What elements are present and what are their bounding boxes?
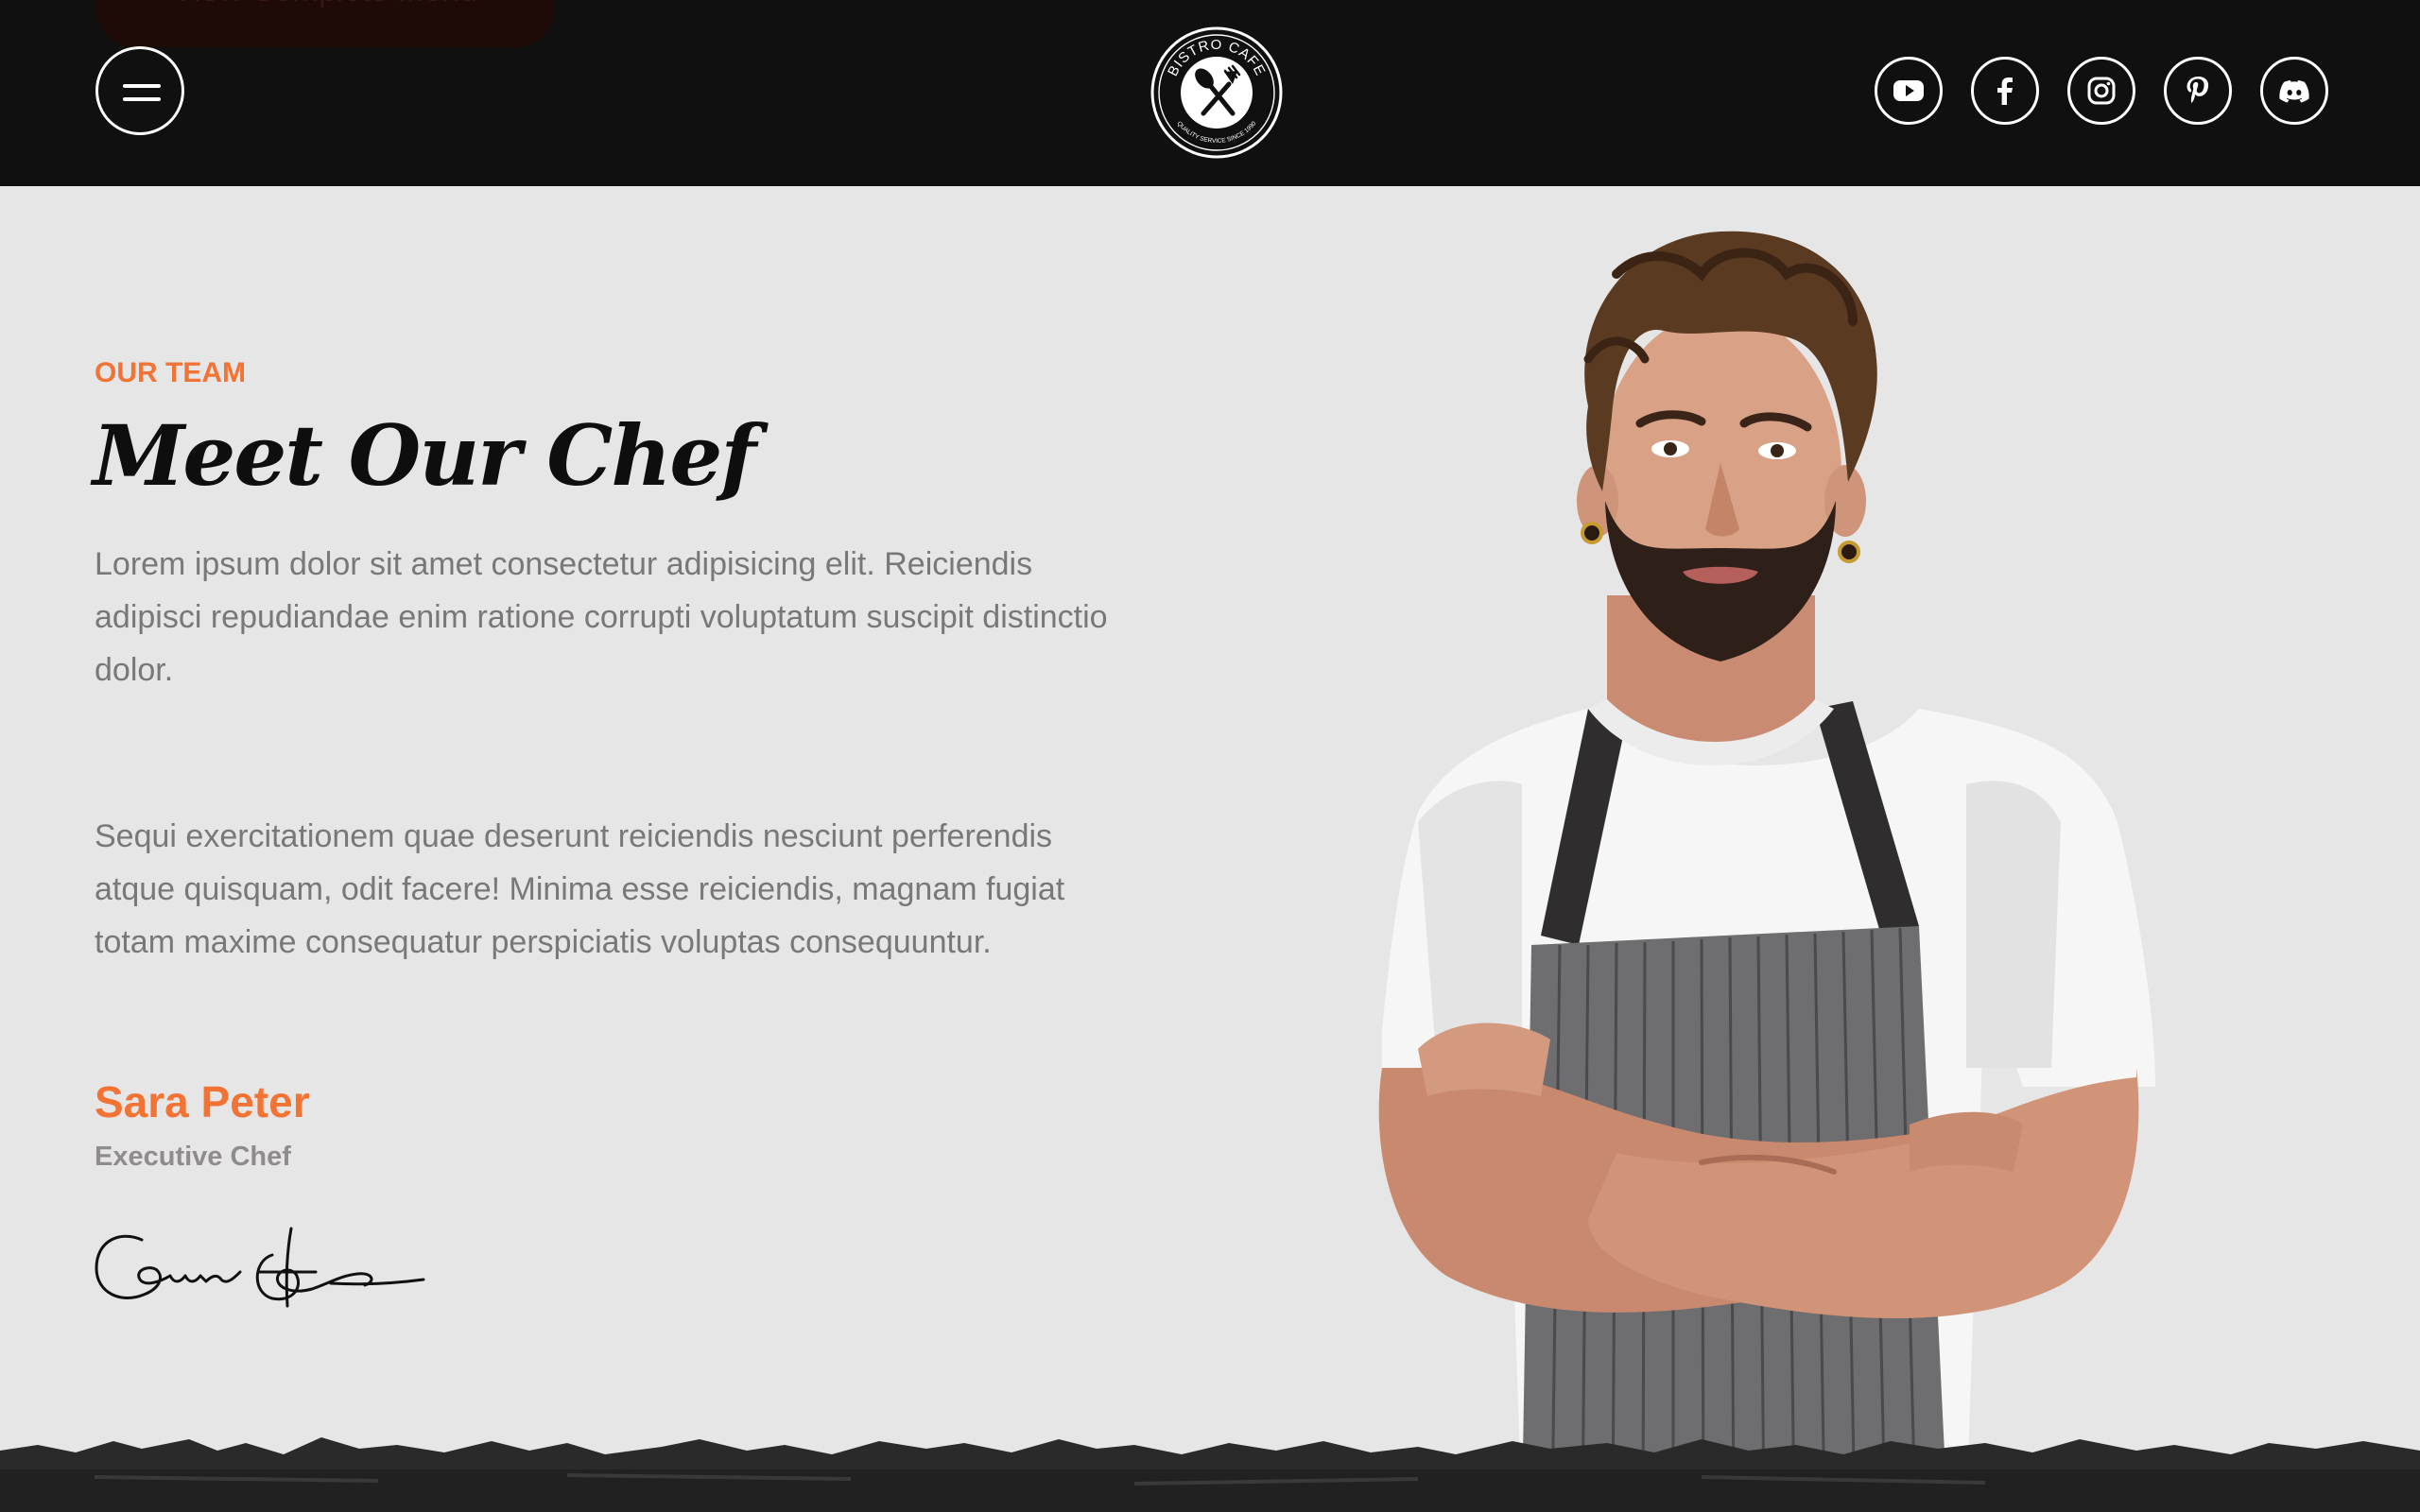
hamburger-icon-bar xyxy=(123,97,161,101)
chef-photo xyxy=(1378,231,2155,1512)
chef-name: Sara Peter xyxy=(95,1077,310,1126)
pinterest-link[interactable] xyxy=(2164,57,2232,125)
rough-bottom-border xyxy=(0,1437,2420,1512)
youtube-link[interactable] xyxy=(1875,57,1943,125)
facebook-link[interactable] xyxy=(1971,57,2039,125)
chef-role: Executive Chef xyxy=(95,1142,291,1172)
detail-paragraph: Sequi exercitationem quae deserunt reici… xyxy=(95,818,1065,960)
intro-paragraph: Lorem ipsum dolor sit amet consectetur a… xyxy=(95,546,1108,688)
page: View Complete Menu BISTRO CAFE QUALITY S… xyxy=(0,0,2420,1512)
view-menu-button[interactable]: View Complete Menu xyxy=(96,0,554,47)
chef-signature xyxy=(95,1227,425,1308)
facebook-icon xyxy=(1997,77,2013,105)
bistro-cafe-logo[interactable]: BISTRO CAFE QUALITY SERVICE SINCE 1990 xyxy=(1150,26,1284,160)
social-links xyxy=(1875,57,2328,125)
discord-link[interactable] xyxy=(2260,57,2328,125)
instagram-link[interactable] xyxy=(2067,57,2135,125)
pinterest-icon xyxy=(2187,77,2209,103)
discord-icon xyxy=(2279,80,2309,103)
instagram-icon xyxy=(2087,77,2116,105)
menu-toggle-button[interactable] xyxy=(95,46,184,135)
section-title: Meet Our Chef xyxy=(93,406,756,505)
youtube-icon xyxy=(1893,80,1924,101)
site-header: View Complete Menu BISTRO CAFE QUALITY S… xyxy=(0,0,2420,186)
section-eyebrow: OUR TEAM xyxy=(95,357,246,388)
hamburger-icon xyxy=(123,84,161,88)
